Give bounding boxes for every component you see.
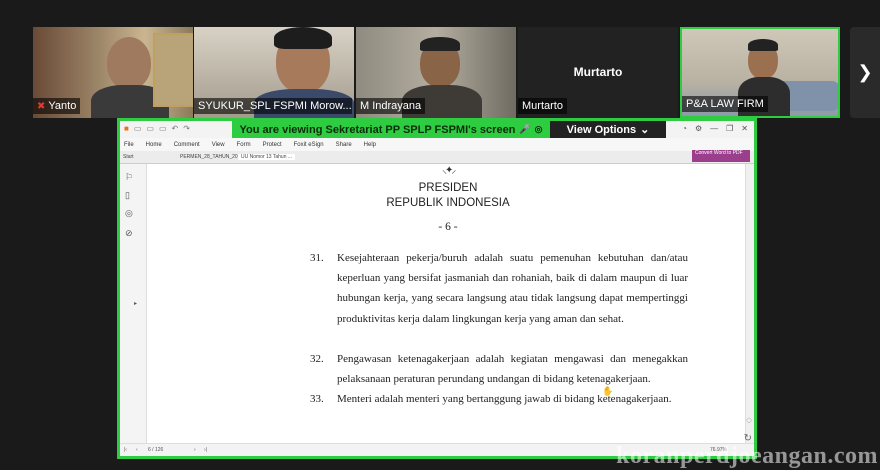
tiger-painting — [153, 33, 193, 107]
comment-icon[interactable]: ◌ — [746, 415, 752, 426]
app-logo-icon: ■ — [124, 124, 129, 133]
item-number: 32. — [310, 353, 324, 365]
page-number: - 6 - — [438, 221, 458, 233]
document-tabs: Start PERMEN_28_TAHUN_201... UU Nomor 13… — [120, 151, 754, 164]
hand-cursor-icon: ✋ — [602, 386, 614, 396]
participant-tile-pa-law-firm[interactable]: P&A LAW FIRM — [680, 27, 840, 118]
minimize-icon[interactable]: — — [710, 124, 718, 133]
tab-permen[interactable]: PERMEN_28_TAHUN_201... — [180, 154, 245, 160]
menu-comment[interactable]: Comment — [174, 142, 200, 148]
next-page-icon[interactable]: › — [194, 447, 196, 453]
next-participants-button[interactable]: ❯ — [850, 27, 880, 118]
print-icon[interactable]: ▭ — [159, 124, 167, 133]
participant-center-name: Murtarto — [573, 65, 623, 79]
definition-item: 33. Menteri adalah menteri yang bertangg… — [310, 389, 688, 409]
banner-text: You are viewing Sekretariat PP SPLP FSPM… — [239, 123, 516, 136]
tab-uu-nomor-13[interactable]: UU Nomor 13 Tahun ... — [238, 154, 296, 160]
bookmark-icon[interactable]: ⚐ — [125, 172, 133, 183]
mic-icon: 🎤 — [519, 124, 531, 134]
last-page-icon[interactable]: ›| — [204, 447, 207, 453]
watermark: koranperdjoeangan.com — [616, 443, 878, 469]
convert-word-to-pdf-button[interactable]: Convert Word to PDF — [692, 150, 750, 162]
save-icon[interactable]: ▭ — [146, 124, 154, 133]
screen-share-banner: You are viewing Sekretariat PP SPLP FSPM… — [232, 121, 666, 138]
item-text: Menteri adalah menteri yang bertanggung … — [337, 393, 672, 405]
menu-home[interactable]: Home — [146, 142, 162, 148]
participant-name: Yanto — [48, 100, 77, 112]
attachment-icon[interactable]: ⊘ — [125, 228, 133, 239]
navigation-panel: ⚐ ▯ ◎ ⊘ ▸ — [120, 164, 147, 444]
item-text: Kesejahteraan pekerja/buruh adalah suatu… — [337, 252, 688, 325]
view-options-label: View Options — [566, 123, 637, 136]
chevron-down-icon: ⌄ — [640, 124, 650, 136]
settings-icon[interactable]: ⚙ — [695, 124, 702, 133]
redo-icon[interactable]: ↷ — [183, 124, 190, 133]
participant-tile-m-indrayana[interactable]: M Indrayana — [356, 27, 516, 118]
definition-item: 32. Pengawasan ketenagakerjaan adalah ke… — [310, 349, 688, 389]
page-indicator[interactable]: 6 / 126 — [148, 447, 163, 453]
chevron-right-icon: ❯ — [857, 62, 873, 82]
participant-name: M Indrayana — [360, 100, 422, 112]
layers-icon[interactable]: ◎ — [125, 208, 133, 219]
shared-screen: ■ ▭ ▭ ▭ ↶ ↷ ◔ ⚙ — ❐ ✕ You are viewing Se… — [117, 118, 757, 459]
item-number: 31. — [310, 252, 324, 264]
first-page-icon[interactable]: |‹ — [124, 447, 127, 453]
item-number: 33. — [310, 393, 324, 405]
menu-foxit-esign[interactable]: Foxit eSign — [294, 142, 324, 148]
participant-tile-syukur[interactable]: SYUKUR_SPL FSPMI Morow... — [194, 27, 354, 118]
participant-name: SYUKUR_SPL FSPMI Morow... — [198, 100, 352, 112]
expand-panel-icon[interactable]: ▸ — [134, 300, 137, 307]
participant-video — [107, 37, 151, 89]
garuda-emblem: ⸜✦⸝ — [442, 165, 456, 176]
page-thumbnail-icon[interactable]: ▯ — [125, 190, 130, 201]
participant-strip: ✖ Yanto SYUKUR_SPL FSPMI Morow... M Indra… — [0, 27, 880, 118]
view-options-button[interactable]: View Options ⌄ — [550, 121, 666, 138]
undo-icon[interactable]: ↶ — [172, 124, 179, 133]
prev-page-icon[interactable]: ‹ — [136, 447, 138, 453]
vertical-scrollbar[interactable] — [745, 164, 754, 444]
document-heading-republik: REPUBLIK INDONESIA — [386, 197, 510, 209]
restore-icon[interactable]: ❐ — [726, 124, 733, 133]
menu-form[interactable]: Form — [237, 142, 251, 148]
menu-help[interactable]: Help — [364, 142, 376, 148]
participant-tile-yanto[interactable]: ✖ Yanto — [33, 27, 193, 118]
menu-file[interactable]: File — [124, 142, 134, 148]
participant-name: P&A LAW FIRM — [686, 98, 764, 110]
item-text: Pengawasan ketenagakerjaan adalah kegiat… — [337, 353, 688, 386]
participant-tile-murtarto[interactable]: Murtarto Murtarto — [518, 27, 678, 118]
pdf-page: ⸜✦⸝ PRESIDEN REPUBLIK INDONESIA - 6 - 31… — [150, 164, 746, 444]
menu-share[interactable]: Share — [336, 142, 352, 148]
bell-icon[interactable]: ◔ — [682, 124, 687, 133]
tab-start[interactable]: Start — [123, 154, 134, 160]
menu-protect[interactable]: Protect — [263, 142, 282, 148]
close-icon[interactable]: ✕ — [741, 124, 748, 133]
open-icon[interactable]: ▭ — [134, 124, 142, 133]
muted-mic-icon: ✖ — [37, 101, 46, 112]
status-icon: ◎ — [534, 124, 543, 134]
app-menubar: File Home Comment View Form Protect Foxi… — [120, 138, 754, 151]
participant-name: Murtarto — [522, 100, 563, 112]
document-heading-presiden: PRESIDEN — [418, 182, 478, 194]
definition-item: 31. Kesejahteraan pekerja/buruh adalah s… — [310, 248, 688, 329]
menu-view[interactable]: View — [212, 142, 225, 148]
